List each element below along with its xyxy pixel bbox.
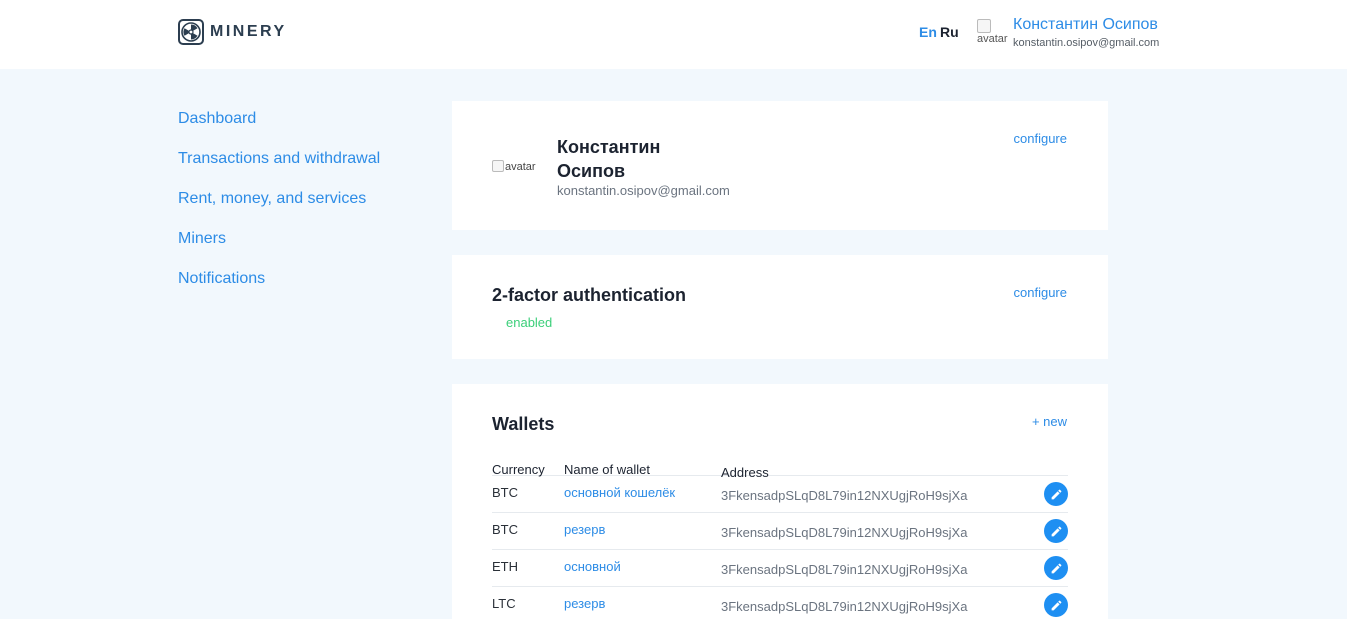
two-factor-card: 2-factor authentication enabled configur… xyxy=(452,255,1108,359)
sidebar-item-notifications[interactable]: Notifications xyxy=(178,268,380,308)
table-row: BTC резерв 3FkensadpSLqD8L79in12NXUgjRoH… xyxy=(492,513,1068,550)
table-header: Currency Name of wallet Address xyxy=(492,453,1068,480)
header-user-name[interactable]: Константин Осипов xyxy=(1013,16,1158,34)
column-header-name: Name of wallet xyxy=(564,462,650,477)
broken-image-icon xyxy=(977,19,991,33)
profile-name: Константин Осипов xyxy=(557,137,661,181)
wallet-name-link[interactable]: основной xyxy=(564,559,621,574)
edit-wallet-button[interactable] xyxy=(1044,593,1068,617)
header-avatar-alt: avatar xyxy=(977,33,1008,45)
profile-avatar-alt: avatar xyxy=(505,161,536,173)
wallet-address: 3FkensadpSLqD8L79in12NXUgjRoH9sjXa xyxy=(721,525,968,540)
profile-configure-link[interactable]: configure xyxy=(1014,131,1067,146)
sidebar-item-transactions[interactable]: Transactions and withdrawal xyxy=(178,148,380,188)
wallet-currency: BTC xyxy=(492,485,518,500)
wallets-table: Currency Name of wallet Address BTC осно… xyxy=(492,453,1068,619)
top-bar: MINERY En Ru avatar Константин Осипов ko… xyxy=(0,0,1347,69)
column-header-currency: Currency xyxy=(492,462,545,477)
wallet-name-link[interactable]: резерв xyxy=(564,522,605,537)
pencil-icon xyxy=(1051,526,1061,536)
wallets-card: Wallets + new Currency Name of wallet Ad… xyxy=(452,384,1108,619)
sidebar-item-miners[interactable]: Miners xyxy=(178,228,380,268)
table-row: LTC резерв 3FkensadpSLqD8L79in12NXUgjRoH… xyxy=(492,587,1068,619)
profile-email: konstantin.osipov@gmail.com xyxy=(557,183,730,198)
sidebar-item-dashboard[interactable]: Dashboard xyxy=(178,108,380,148)
edit-wallet-button[interactable] xyxy=(1044,556,1068,580)
header-avatar[interactable]: avatar xyxy=(977,19,1011,49)
table-row: BTC основной кошелёк 3FkensadpSLqD8L79in… xyxy=(492,476,1068,513)
wallet-currency: LTC xyxy=(492,596,516,611)
sidebar-item-rent[interactable]: Rent, money, and services xyxy=(178,188,380,228)
sidebar-nav: Dashboard Transactions and withdrawal Re… xyxy=(178,108,380,308)
logo-text: MINERY xyxy=(210,23,287,40)
header-user-email: konstantin.osipov@gmail.com xyxy=(1013,37,1160,49)
pencil-icon xyxy=(1051,563,1061,573)
edit-wallet-button[interactable] xyxy=(1044,482,1068,506)
wallet-name-link[interactable]: резерв xyxy=(564,596,605,611)
two-factor-title: 2-factor authentication xyxy=(492,285,687,305)
pencil-icon xyxy=(1051,600,1061,610)
broken-image-icon xyxy=(492,160,504,172)
wallet-address: 3FkensadpSLqD8L79in12NXUgjRoH9sjXa xyxy=(721,488,968,503)
minery-logo[interactable]: MINERY xyxy=(178,19,287,45)
wallets-title: Wallets xyxy=(492,414,555,434)
minery-fan-icon xyxy=(178,19,204,45)
pencil-icon xyxy=(1051,489,1061,499)
new-wallet-link[interactable]: + new xyxy=(1032,414,1067,429)
wallet-name-link[interactable]: основной кошелёк xyxy=(564,485,675,500)
table-row: ETH основной 3FkensadpSLqD8L79in12NXUgjR… xyxy=(492,550,1068,587)
wallet-address: 3FkensadpSLqD8L79in12NXUgjRoH9sjXa xyxy=(721,562,968,577)
profile-card: avatar Константин Осипов konstantin.osip… xyxy=(452,101,1108,230)
two-factor-status: enabled xyxy=(506,315,553,330)
wallet-currency: BTC xyxy=(492,522,518,537)
two-factor-configure-link[interactable]: configure xyxy=(1014,285,1067,300)
profile-avatar: avatar xyxy=(492,160,536,173)
language-en[interactable]: En xyxy=(919,24,937,40)
edit-wallet-button[interactable] xyxy=(1044,519,1068,543)
language-ru[interactable]: Ru xyxy=(940,24,959,40)
wallet-currency: ETH xyxy=(492,559,518,574)
wallet-address: 3FkensadpSLqD8L79in12NXUgjRoH9sjXa xyxy=(721,599,968,614)
